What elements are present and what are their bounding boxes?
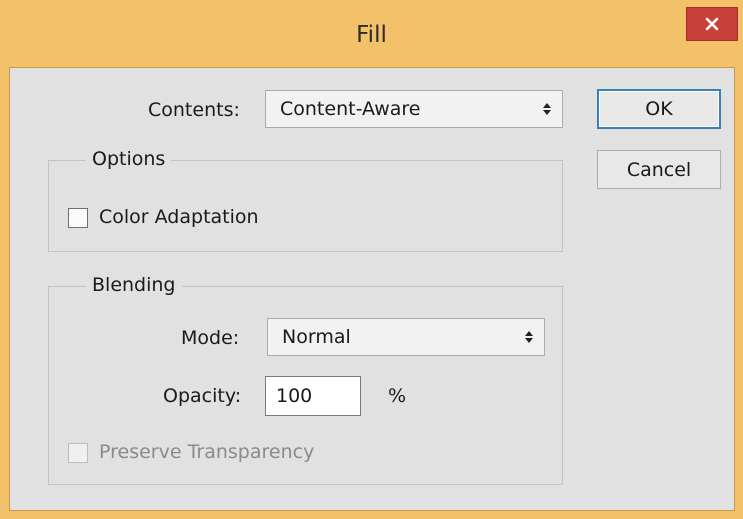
- dialog-body: Contents: Content-Aware OK Cancel Option…: [9, 67, 735, 511]
- color-adaptation-checkbox[interactable]: [68, 208, 88, 228]
- cancel-button[interactable]: Cancel: [597, 150, 721, 189]
- contents-label: Contents:: [148, 99, 240, 121]
- preserve-transparency-checkbox[interactable]: [68, 443, 88, 463]
- opacity-unit: %: [388, 385, 407, 407]
- dropdown-arrows-icon: [525, 331, 533, 343]
- opacity-input[interactable]: 100: [265, 376, 361, 416]
- options-legend: Options: [86, 148, 172, 170]
- contents-select-value: Content-Aware: [280, 98, 421, 120]
- fill-dialog: Fill Contents: Content-Aware OK Cancel O…: [0, 0, 743, 519]
- close-button[interactable]: [686, 7, 738, 41]
- color-adaptation-label[interactable]: Color Adaptation: [99, 206, 259, 228]
- dropdown-arrows-icon: [543, 103, 551, 115]
- mode-label: Mode:: [181, 327, 240, 349]
- blending-legend: Blending: [86, 274, 182, 296]
- mode-select[interactable]: Normal: [267, 318, 545, 356]
- close-icon: [705, 17, 719, 31]
- preserve-transparency-label: Preserve Transparency: [99, 441, 315, 463]
- ok-button[interactable]: OK: [597, 89, 721, 129]
- window-title: Fill: [356, 22, 387, 48]
- mode-select-value: Normal: [282, 326, 351, 348]
- opacity-label: Opacity:: [163, 385, 242, 407]
- contents-select[interactable]: Content-Aware: [265, 90, 563, 128]
